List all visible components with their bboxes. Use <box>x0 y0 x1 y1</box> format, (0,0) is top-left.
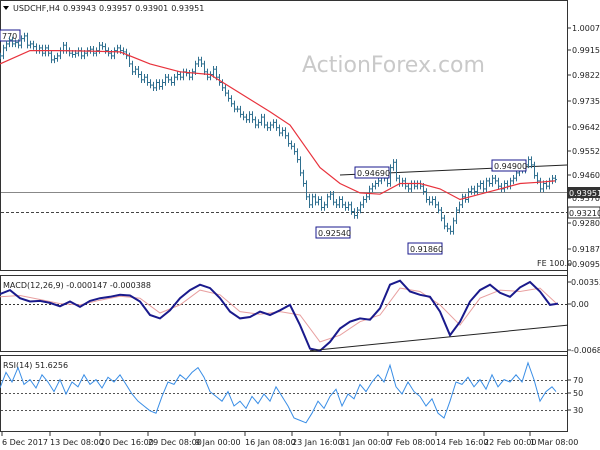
rsi-axis: 70 50 30 <box>567 376 583 415</box>
watermark: ActionForex.com <box>302 53 485 78</box>
low-value: 0.93901 <box>135 4 168 13</box>
rsi-tick-label: 50 <box>573 389 583 398</box>
price-tick-label: 0.91875 <box>572 245 600 254</box>
svg-text:USDCHF,H40.939430.939570.93901: USDCHF,H4 0.93943 0.93957 0.93901 0.93951 <box>13 4 204 13</box>
open-value: 0.93943 <box>63 4 96 13</box>
high-value: 0.93957 <box>99 4 132 13</box>
price-tick-label: 0.90950 <box>572 260 600 269</box>
fe-label: FE 100.0 <box>537 259 572 268</box>
time-tick-label: 22 Feb 00:00 <box>484 438 536 447</box>
support-label: 0.93210 <box>569 209 600 218</box>
macd-axis: 0.003538 0.00 -0.006857 <box>567 278 600 355</box>
swing-high-2-label: 0.94900 <box>494 162 527 171</box>
time-tick-label: 16 Jan 08:00 <box>245 438 296 447</box>
macd-tick-label: -0.006857 <box>571 346 600 355</box>
current-price-label: 0.93951 <box>569 189 600 198</box>
rsi-tick-label: 70 <box>573 376 583 385</box>
time-axis: 6 Dec 2017 13 Dec 08:0020 Dec 16:0029 Dec… <box>1 432 578 447</box>
time-tick-label: 14 Feb 16:00 <box>436 438 488 447</box>
time-tick-label: 20 Dec 16:00 <box>100 438 154 447</box>
time-tick-label: 31 Jan 00:00 <box>340 438 391 447</box>
macd-title: MACD(12,26,9) -0.000147 -0.000388 <box>3 281 151 290</box>
swing-high-1-label: 0.94690 <box>357 169 390 178</box>
rsi-title: RSI(14) 51.6256 <box>3 361 68 370</box>
rsi-layer <box>0 361 557 424</box>
price-tick-label: 0.92800 <box>572 219 600 228</box>
swing-low-2-label: 0.91860 <box>410 245 443 254</box>
time-tick-label: 29 Dec 08:00 <box>148 438 202 447</box>
time-tick-label: 9 Jan 00:00 <box>195 438 241 447</box>
price-panel-frame <box>0 0 568 271</box>
chart-header: USDCHF,H4 0.93943 0.93957 0.93901 0.93951 <box>3 4 204 13</box>
price-tick-label: 0.96425 <box>572 123 600 132</box>
macd-line <box>0 279 559 352</box>
price-tick-label: 0.94600 <box>572 171 600 180</box>
time-tick-label: 7 Feb 08:00 <box>388 438 435 447</box>
time-tick-label: 23 Jan 16:00 <box>292 438 343 447</box>
price-tick-label: 0.98225 <box>572 71 600 80</box>
dropdown-triangle-icon[interactable] <box>3 6 9 10</box>
price-tick-label: 1.00075 <box>572 24 600 33</box>
price-axis: 1.00075 0.99150 0.98225 0.97350 0.96425 0.955… <box>567 24 600 269</box>
time-tick-label: 6 Dec 2017 <box>2 438 48 447</box>
swing-low-1-label: 0.92540 <box>318 229 351 238</box>
macd-tick-label: 0.003538 <box>571 278 600 287</box>
price-tick-label: 0.97350 <box>572 97 600 106</box>
rsi-tick-label: 30 <box>573 406 583 415</box>
price-tick-label: 0.99150 <box>572 46 600 55</box>
price-tick-label: 0.95525 <box>572 147 600 156</box>
time-tick-label: 1 Mar 08:00 <box>530 438 578 447</box>
symbol-label: USDCHF,H4 <box>13 4 60 13</box>
time-tick-label: 13 Dec 08:00 <box>50 438 104 447</box>
usdchf-h4-chart: USDCHF,H4 0.93943 0.93957 0.93901 0.93951 77… <box>0 0 600 447</box>
close-value: 0.93951 <box>171 4 204 13</box>
macd-layer <box>0 279 569 352</box>
macd-tick-label: 0.00 <box>571 300 589 309</box>
rsi-line <box>0 361 557 424</box>
